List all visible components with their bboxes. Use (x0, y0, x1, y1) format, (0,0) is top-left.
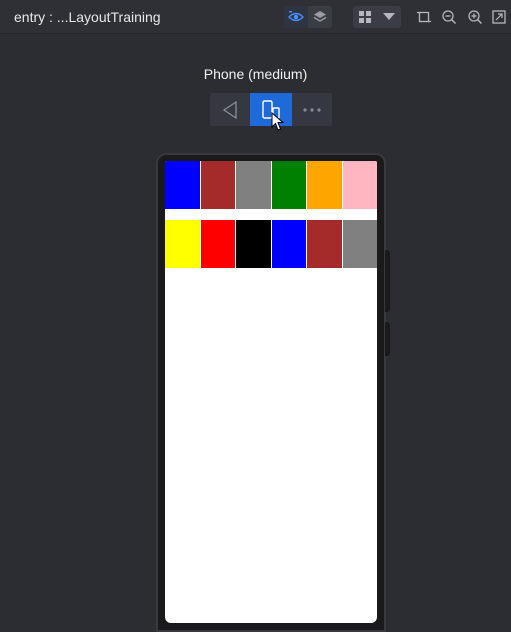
zoom-in-icon (468, 10, 482, 24)
color-cell (342, 161, 377, 209)
phone-side-button (385, 250, 390, 312)
color-cell (307, 161, 343, 209)
rotate-back-button[interactable] (210, 93, 250, 126)
eye-icon (288, 11, 304, 22)
color-cell (271, 161, 307, 209)
color-cell (271, 220, 307, 268)
grid-row-2 (165, 220, 377, 268)
eye-toggle-button[interactable] (284, 6, 308, 28)
color-cell (200, 220, 236, 268)
zoom-out-icon (442, 10, 456, 24)
grid-icon (359, 11, 371, 23)
crop-icon (417, 11, 431, 23)
crop-button[interactable] (413, 6, 435, 28)
window-title: entry : ...LayoutTraining (14, 9, 161, 25)
mouse-cursor-icon (271, 112, 285, 131)
color-cell (236, 220, 272, 268)
layers-toggle-button[interactable] (308, 6, 332, 28)
grid-button[interactable] (353, 6, 377, 28)
layout-dropdown-button[interactable] (377, 6, 401, 28)
title-bar: entry : ...LayoutTraining (0, 0, 511, 34)
more-icon (303, 107, 321, 112)
zoom-out-button[interactable] (438, 6, 460, 28)
color-cell (200, 161, 236, 209)
color-cell (165, 220, 201, 268)
fit-screen-button[interactable] (488, 6, 510, 28)
more-options-button[interactable] (292, 93, 332, 126)
layout-group (353, 6, 401, 28)
zoom-in-button[interactable] (464, 6, 486, 28)
color-cell (236, 161, 272, 209)
device-label: Phone (medium) (203, 66, 308, 82)
layers-icon (313, 11, 327, 22)
fit-screen-icon (492, 10, 506, 24)
color-cell (165, 161, 201, 209)
triangle-left-icon (222, 100, 237, 119)
color-cell (307, 220, 343, 268)
view-mode-group (284, 6, 332, 28)
color-cell (342, 220, 377, 268)
grid-row-1 (165, 161, 377, 209)
phone-screen (165, 161, 377, 623)
dropdown-arrow-icon (383, 13, 395, 20)
phone-side-button (385, 322, 390, 356)
